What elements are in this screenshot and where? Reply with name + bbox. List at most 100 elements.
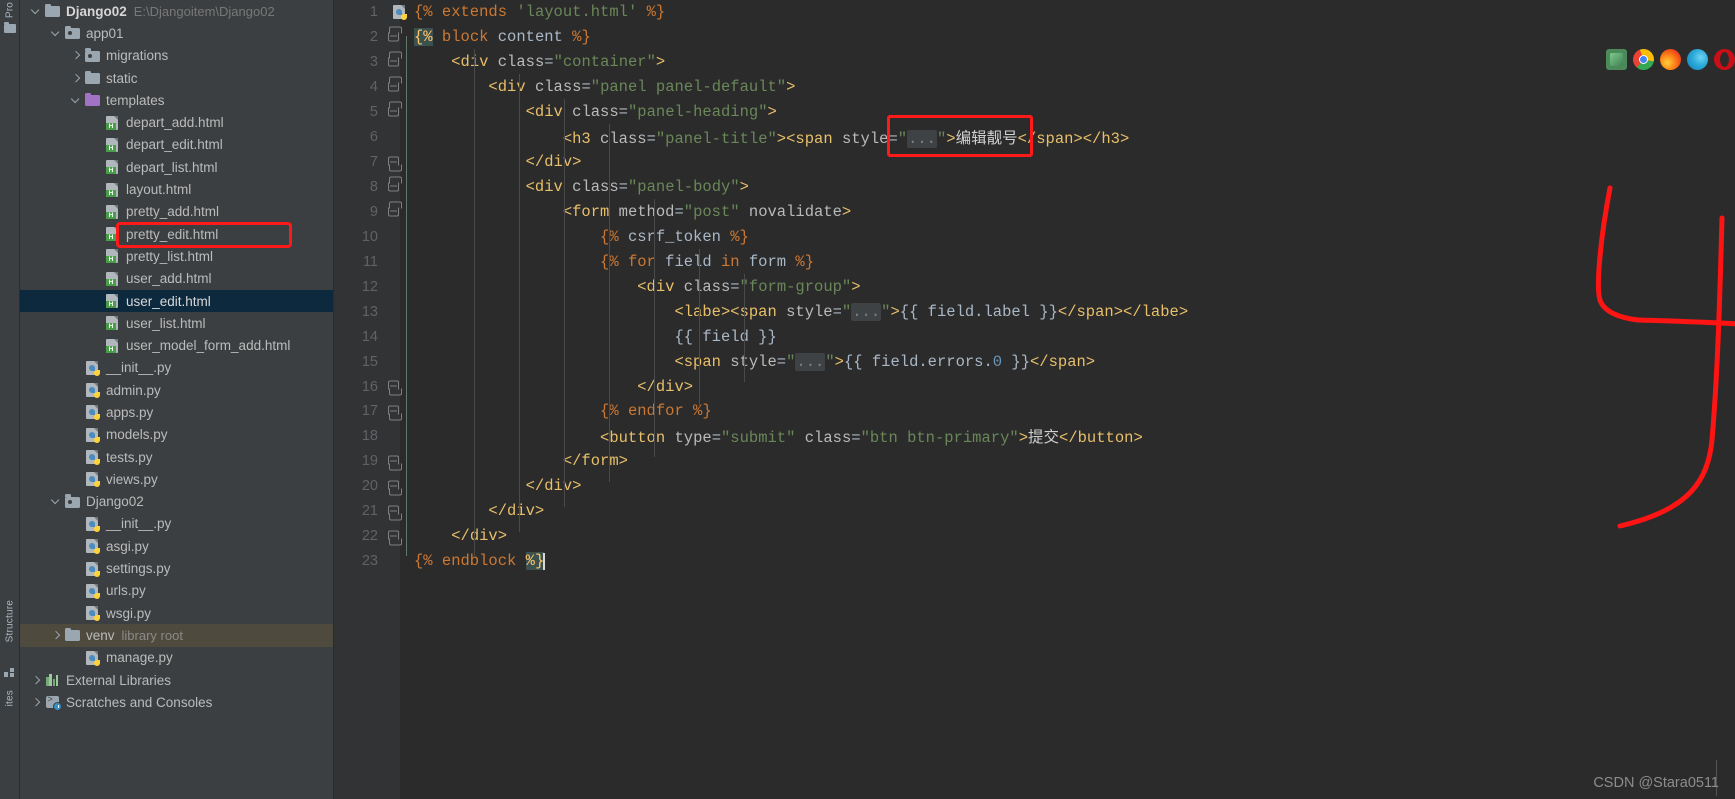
chevron-down-icon[interactable]	[50, 27, 63, 40]
tree-item-apps-py[interactable]: apps.py	[20, 401, 333, 423]
code-line-8[interactable]: 8 <div class="panel-body">	[334, 175, 1735, 200]
fold-gutter[interactable]	[386, 25, 402, 50]
code-line-1[interactable]: 1 {% extends 'layout.html' %}	[334, 0, 1735, 25]
tree-item-user-add-html[interactable]: Huser_add.html	[20, 268, 333, 290]
fold-gutter[interactable]	[386, 374, 402, 399]
code-line-6[interactable]: 6 <h3 class="panel-title"><span style=".…	[334, 125, 1735, 150]
project-tree-panel[interactable]: Django02 E:\Djangoitem\Django02 app01 migra…	[20, 0, 334, 799]
code-line-4[interactable]: 4 <div class="panel panel-default">	[334, 75, 1735, 100]
fold-gutter[interactable]	[386, 0, 400, 25]
fold-close-icon[interactable]	[388, 156, 402, 172]
fold-open-icon[interactable]	[388, 76, 402, 92]
fold-open-icon[interactable]	[388, 101, 402, 117]
fold-open-icon[interactable]	[388, 201, 402, 217]
tree-item-depart-edit-html[interactable]: Hdepart_edit.html	[20, 134, 333, 156]
tree-item-urls-py[interactable]: urls.py	[20, 580, 333, 602]
fold-gutter[interactable]	[386, 125, 400, 150]
fold-close-icon[interactable]	[388, 380, 402, 396]
fold-close-icon[interactable]	[388, 455, 402, 471]
code-line-11[interactable]: 11 {% for field in form %}	[334, 249, 1735, 274]
fold-gutter[interactable]	[386, 449, 402, 474]
tree-item-depart-add-html[interactable]: Hdepart_add.html	[20, 111, 333, 133]
fold-gutter[interactable]	[386, 399, 402, 424]
tool-window-structure-tab[interactable]: Structure	[4, 600, 15, 642]
tree-item--init-py[interactable]: __init__.py	[20, 357, 333, 379]
tree-item-tests-py[interactable]: tests.py	[20, 446, 333, 468]
tree-item-templates[interactable]: templates	[20, 89, 333, 111]
fold-gutter[interactable]	[386, 499, 402, 524]
tree-item--init-py[interactable]: __init__.py	[20, 513, 333, 535]
tree-item-wsgi-py[interactable]: wsgi.py	[20, 602, 333, 624]
code-editor[interactable]: 1 {% extends 'layout.html' %} 2 {% block co…	[334, 0, 1735, 799]
tree-item-user-edit-html[interactable]: Huser_edit.html	[20, 289, 333, 313]
fold-gutter[interactable]	[386, 175, 402, 200]
code-line-10[interactable]: 10 {% csrf_token %}	[334, 224, 1735, 249]
code-line-17[interactable]: 17 {% endfor %}	[334, 399, 1735, 424]
fold-gutter[interactable]	[386, 474, 402, 499]
code-line-21[interactable]: 21 </div>	[334, 499, 1735, 524]
fold-gutter[interactable]	[386, 150, 402, 175]
tree-item-django02[interactable]: Django02 E:\Djangoitem\Django02	[20, 0, 333, 22]
code-line-18[interactable]: 18 <button type="submit" class="btn btn-…	[334, 424, 1735, 449]
chevron-down-icon[interactable]	[70, 94, 83, 107]
fold-gutter[interactable]	[386, 424, 400, 449]
opera-icon[interactable]	[1714, 49, 1735, 70]
tree-item-asgi-py[interactable]: asgi.py	[20, 535, 333, 557]
browser-preview-toolbar[interactable]	[1600, 46, 1735, 73]
code-line-13[interactable]: 13 <labe><span style="...">{{ field.labe…	[334, 299, 1735, 324]
tree-item-models-py[interactable]: models.py	[20, 424, 333, 446]
chevron-right-icon[interactable]	[50, 629, 63, 642]
tree-item-app01[interactable]: app01	[20, 22, 333, 44]
fold-open-icon[interactable]	[388, 176, 402, 192]
fold-gutter[interactable]	[386, 200, 402, 225]
code-line-7[interactable]: 7 </div>	[334, 150, 1735, 175]
firefox-icon[interactable]	[1660, 49, 1681, 70]
tree-item-static[interactable]: static	[20, 67, 333, 89]
chevron-right-icon[interactable]	[30, 696, 43, 709]
code-line-22[interactable]: 22 </div>	[334, 524, 1735, 549]
chevron-right-icon[interactable]	[70, 49, 83, 62]
code-line-2[interactable]: 2 {% block content %}	[334, 25, 1735, 50]
tree-item-external-libraries[interactable]: External Libraries	[20, 669, 333, 691]
tree-item-scratches-and-consoles[interactable]: Scratches and Consoles	[20, 691, 333, 713]
tree-item-pretty-list-html[interactable]: Hpretty_list.html	[20, 245, 333, 267]
chevron-down-icon[interactable]	[50, 495, 63, 508]
code-line-14[interactable]: 14 {{ field }}	[334, 324, 1735, 349]
tree-item-pretty-edit-html[interactable]: Hpretty_edit.html	[20, 223, 333, 245]
fold-gutter[interactable]	[386, 50, 402, 75]
fold-gutter[interactable]	[386, 75, 402, 100]
fold-gutter[interactable]	[386, 100, 402, 125]
code-line-5[interactable]: 5 <div class="panel-heading">	[334, 100, 1735, 125]
chevron-down-icon[interactable]	[30, 5, 43, 18]
edge-icon[interactable]	[1687, 49, 1708, 70]
fold-gutter[interactable]	[386, 524, 402, 549]
fold-gutter[interactable]	[386, 549, 400, 574]
code-line-9[interactable]: 9 <form method="post" novalidate>	[334, 200, 1735, 225]
tree-item-admin-py[interactable]: admin.py	[20, 379, 333, 401]
tree-item-migrations[interactable]: migrations	[20, 45, 333, 67]
fold-open-icon[interactable]	[388, 51, 402, 67]
tree-item-user-list-html[interactable]: Huser_list.html	[20, 312, 333, 334]
code-line-19[interactable]: 19 </form>	[334, 449, 1735, 474]
fold-gutter[interactable]	[386, 324, 400, 349]
fold-gutter[interactable]	[386, 349, 400, 374]
tree-item-layout-html[interactable]: Hlayout.html	[20, 178, 333, 200]
fold-gutter[interactable]	[386, 224, 400, 249]
fold-gutter[interactable]	[386, 249, 400, 274]
fold-close-icon[interactable]	[388, 480, 402, 496]
fold-gutter[interactable]	[386, 299, 400, 324]
tree-item-django02[interactable]: Django02	[20, 491, 333, 513]
code-line-3[interactable]: 3 <div class="container">	[334, 50, 1735, 75]
tool-window-project-tab[interactable]: Pro	[4, 2, 15, 18]
tree-item-manage-py[interactable]: manage.py	[20, 647, 333, 669]
code-line-15[interactable]: 15 <span style="...">{{ field.errors.0 }…	[334, 349, 1735, 374]
fold-open-icon[interactable]	[388, 26, 402, 42]
fold-close-icon[interactable]	[388, 505, 402, 521]
tree-item-venv[interactable]: venv library root	[20, 624, 333, 647]
ide-preview-icon[interactable]	[1606, 49, 1627, 70]
fold-close-icon[interactable]	[388, 530, 402, 546]
code-line-20[interactable]: 20 </div>	[334, 474, 1735, 499]
tree-item-views-py[interactable]: views.py	[20, 468, 333, 490]
tree-item-depart-list-html[interactable]: Hdepart_list.html	[20, 156, 333, 178]
code-line-12[interactable]: 12 <div class="form-group">	[334, 274, 1735, 299]
